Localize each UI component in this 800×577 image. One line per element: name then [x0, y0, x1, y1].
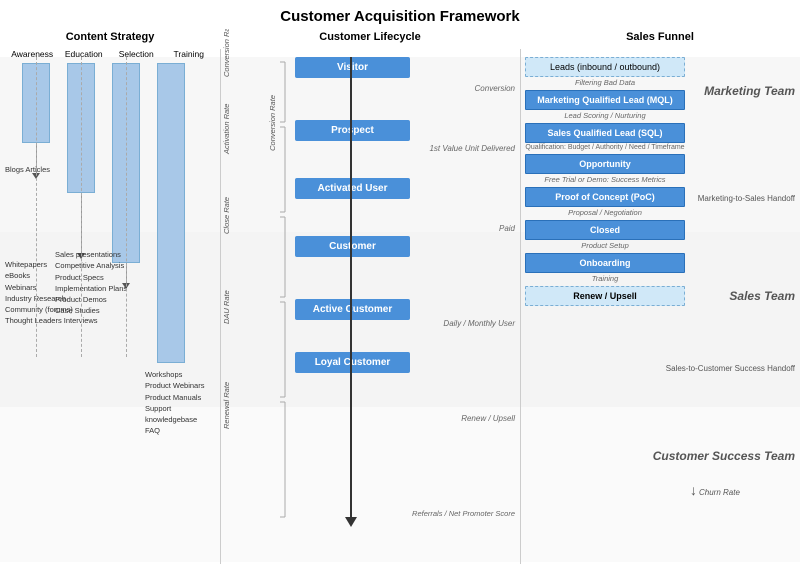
lc-active: Active Customer — [295, 299, 410, 320]
handoff-mts-label: Marketing-to-Sales Handoff — [698, 194, 795, 203]
team-sales-label: Sales Team — [729, 289, 795, 303]
stage-label-paid: Paid — [415, 224, 515, 233]
team-marketing-label: Marketing Team — [704, 84, 795, 98]
lifecycle-header: Customer Lifecycle — [220, 29, 520, 43]
funnel-product-setup: Product Setup — [525, 241, 685, 250]
lifecycle-arrow-line — [350, 57, 352, 519]
cs-bars-area — [0, 63, 220, 403]
cs-dashed-3 — [126, 57, 127, 357]
funnel-freetrial: Free Trial or Demo: Success Metrics — [525, 175, 685, 184]
stage-label-referrals: Referrals / Net Promoter Score — [395, 509, 515, 518]
lifecycle-arrow-head — [345, 517, 357, 527]
diagram: Content Strategy Awareness Education Sel… — [0, 29, 800, 577]
funnel-leads: Leads (inbound / outbound) — [525, 57, 685, 77]
stage-label-daily: Daily / Monthly User — [415, 319, 515, 328]
cs-dashed-1 — [36, 57, 37, 357]
rate-renewal: Renewal Rate — [222, 349, 231, 429]
funnel-header: Sales Funnel — [520, 29, 800, 43]
funnel-training: Training — [525, 274, 685, 283]
cs-label-selection: Selection — [116, 49, 156, 59]
cs-label-education: Education — [64, 49, 104, 59]
team-success-label: Customer Success Team — [653, 449, 795, 463]
cs-sales-pres-text: Sales presentationsCompetitive AnalysisP… — [55, 249, 127, 317]
stage-label-conversion: Conversion — [415, 84, 515, 93]
cs-training-text: WorkshopsProduct WebinarsProduct Manuals… — [145, 369, 220, 437]
funnel-filtering: Filtering Bad Data — [525, 78, 685, 87]
lc-loyal: Loyal Customer — [295, 352, 410, 373]
lc-activated: Activated User — [295, 178, 410, 199]
lifecycle-boxes: Visitor Prospect Activated User Customer… — [295, 57, 410, 375]
cs-label-training: Training — [169, 49, 209, 59]
rate-dau: DAU Rate — [222, 254, 231, 324]
funnel-qualification: Qualification: Budget / Authority / Need… — [525, 144, 685, 151]
cs-training-bar — [155, 63, 187, 363]
cs-label-awareness: Awareness — [11, 49, 51, 59]
lifecycle-panel: Customer Lifecycle Conversion Rate — [220, 29, 520, 577]
lc-prospect: Prospect — [295, 120, 410, 141]
handoff-stc-label: Sales-to-Customer Success Handoff — [666, 364, 795, 373]
rate-close: Close Rate — [222, 164, 231, 234]
content-strategy-panel: Content Strategy Awareness Education Sel… — [0, 29, 220, 577]
rate-activation: Activation Rate — [222, 74, 231, 154]
page-container: Customer Acquisition Framework Content S… — [0, 0, 800, 577]
svg-text:Conversion Rate: Conversion Rate — [268, 95, 277, 151]
funnel-opportunity: Opportunity — [525, 154, 685, 174]
cs-blogs-text: Blogs Articles — [5, 164, 50, 175]
stage-label-first-value: 1st Value Unit Delivered — [415, 144, 515, 153]
stage-label-renew: Renew / Upsell — [415, 414, 515, 423]
funnel-sql: Sales Qualified Lead (SQL) — [525, 123, 685, 143]
content-strategy-header: Content Strategy — [0, 29, 220, 43]
funnel-proposal: Proposal / Negotiation — [525, 208, 685, 217]
funnel-closed: Closed — [525, 220, 685, 240]
funnel-lead-scoring: Lead Scoring / Nurturing — [525, 111, 685, 120]
funnel-churn: ↓Churn Rate — [690, 482, 740, 498]
lc-visitor: Visitor — [295, 57, 410, 78]
funnel-onboarding: Onboarding — [525, 253, 685, 273]
rate-conversion: Conversion Rate — [222, 29, 231, 77]
main-title: Customer Acquisition Framework — [0, 0, 800, 29]
cs-dashed-2 — [81, 57, 82, 357]
funnel-boxes: Leads (inbound / outbound) Filtering Bad… — [525, 57, 685, 307]
funnel-renew: Renew / Upsell — [525, 286, 685, 306]
cs-column-labels: Awareness Education Selection Training — [0, 49, 220, 59]
funnel-panel: Sales Funnel Leads (inbound / outbound) … — [520, 29, 800, 577]
funnel-poc: Proof of Concept (PoC) — [525, 187, 685, 207]
lc-customer: Customer — [295, 236, 410, 257]
funnel-mql: Marketing Qualified Lead (MQL) — [525, 90, 685, 110]
